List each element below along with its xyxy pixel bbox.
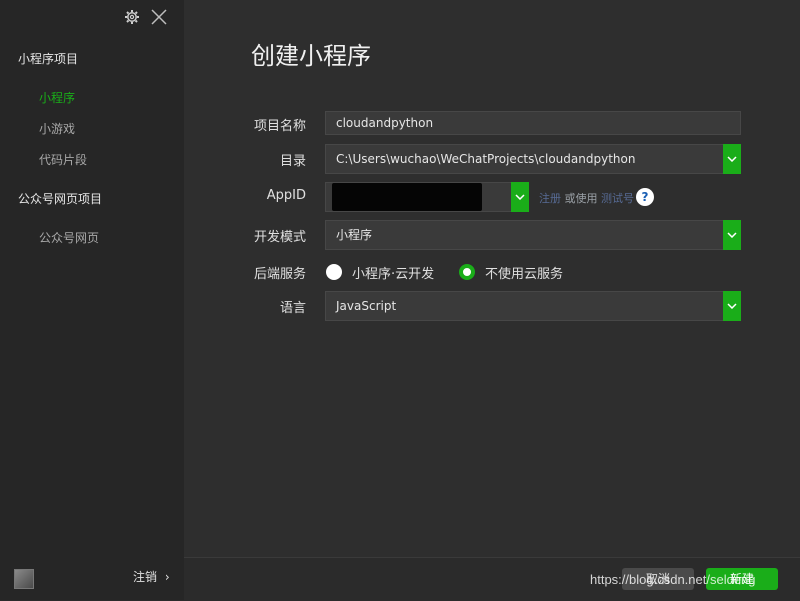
- radio-no-cloud[interactable]: [459, 264, 475, 280]
- sidebar-item-miniprogram[interactable]: 小程序: [39, 89, 75, 106]
- or-use-text: 或使用: [564, 192, 598, 205]
- chevron-down-icon: [727, 303, 737, 309]
- project-name-label: 项目名称: [253, 119, 306, 134]
- avatar[interactable]: [14, 569, 34, 589]
- language-value: JavaScript: [336, 299, 397, 313]
- help-icon[interactable]: ?: [636, 188, 654, 206]
- language-select[interactable]: JavaScript: [325, 291, 741, 321]
- language-dropdown-button[interactable]: [723, 291, 741, 321]
- dev-mode-value: 小程序: [336, 228, 373, 242]
- test-account-link[interactable]: 测试号: [601, 192, 634, 205]
- close-icon[interactable]: [150, 8, 168, 26]
- sidebar: 小程序项目 小程序 小游戏 代码片段 公众号网页项目 公众号网页: [0, 0, 184, 600]
- logout-link[interactable]: 注销 ›: [133, 568, 170, 585]
- section-official-account-projects: 公众号网页项目: [18, 192, 103, 206]
- dev-mode-dropdown-button[interactable]: [723, 220, 741, 250]
- project-name-input[interactable]: cloudandpython: [325, 111, 741, 135]
- backend-label: 后端服务: [253, 267, 306, 282]
- logout-label: 注销: [133, 570, 158, 584]
- dev-mode-label: 开发模式: [253, 230, 306, 245]
- sidebar-item-minigame[interactable]: 小游戏: [39, 120, 75, 137]
- sidebar-item-official-account-web[interactable]: 公众号网页: [39, 229, 99, 246]
- watermark: https://blog.csdn.net/seldeng: [590, 572, 756, 587]
- chevron-down-icon: [727, 232, 737, 238]
- radio-no-cloud-label[interactable]: 不使用云服务: [485, 263, 563, 282]
- page-title: 创建小程序: [251, 42, 371, 70]
- radio-cloud-dev-label[interactable]: 小程序·云开发: [352, 263, 434, 282]
- appid-label: AppID: [266, 188, 306, 203]
- section-miniprogram-projects: 小程序项目: [18, 52, 79, 66]
- directory-value: C:\Users\wuchao\WeChatProjects\cloudandp…: [336, 152, 636, 166]
- appid-links: 注册 或使用 测试号: [539, 190, 634, 206]
- appid-dropdown-button[interactable]: [511, 182, 529, 212]
- dev-mode-select[interactable]: 小程序: [325, 220, 741, 250]
- appid-select[interactable]: [325, 182, 529, 212]
- redacted-appid: [332, 183, 482, 211]
- chevron-down-icon: [515, 194, 525, 200]
- language-label: 语言: [279, 301, 306, 316]
- gear-icon[interactable]: [124, 9, 140, 25]
- register-link[interactable]: 注册: [539, 192, 561, 205]
- chevron-right-icon: ›: [164, 570, 170, 584]
- directory-dropdown-button[interactable]: [723, 144, 741, 174]
- directory-select[interactable]: C:\Users\wuchao\WeChatProjects\cloudandp…: [325, 144, 741, 174]
- directory-label: 目录: [279, 154, 306, 169]
- chevron-down-icon: [727, 156, 737, 162]
- sidebar-item-code-snippet[interactable]: 代码片段: [39, 151, 87, 168]
- radio-cloud-dev[interactable]: [326, 264, 342, 280]
